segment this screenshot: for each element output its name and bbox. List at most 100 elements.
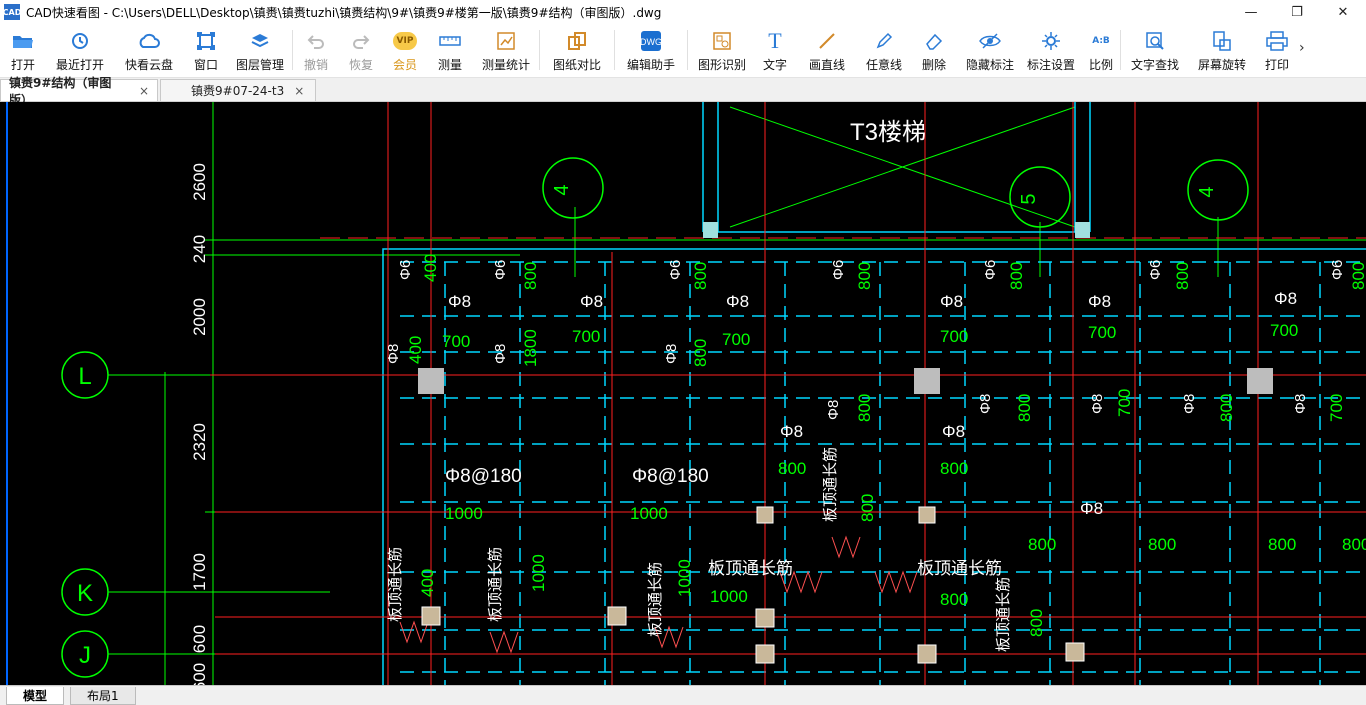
close-tab-icon[interactable]: ×: [139, 84, 149, 98]
rebar-text: Φ8: [663, 344, 680, 364]
long-bar-label: 板顶通长筋: [821, 447, 839, 522]
stair-title: T3楼梯: [850, 119, 926, 146]
rebar-text: Φ6: [982, 260, 999, 280]
length-text: 800: [1342, 535, 1366, 554]
history-icon: [67, 29, 93, 53]
rebar-text: Φ8: [825, 400, 842, 420]
undo-button[interactable]: 撤销: [293, 24, 339, 76]
shape-recognize-button[interactable]: 图形识别: [688, 24, 756, 76]
rebar-text: Φ6: [492, 260, 509, 280]
length-text: 800: [1028, 535, 1056, 554]
rebar-text: Φ8: [385, 344, 402, 364]
redo-button[interactable]: 恢复: [339, 24, 383, 76]
rebar-text: Φ8: [448, 292, 471, 311]
rotate-screen-button[interactable]: 屏幕旋转: [1189, 24, 1255, 76]
rebar-text: Φ8: [1181, 394, 1198, 414]
rebar-text: Φ8: [1292, 394, 1309, 414]
length-text: 800: [1015, 394, 1034, 422]
length-text: 700: [1327, 394, 1346, 422]
window-button[interactable]: 窗口: [184, 24, 228, 76]
restore-button[interactable]: ❐: [1274, 0, 1320, 24]
layers-icon: [247, 29, 273, 53]
length-text: 800: [691, 262, 710, 290]
rebar-text: Φ6: [397, 260, 414, 280]
layout-tab-bar: 模型 布局1: [0, 685, 1366, 705]
toolbar-more-button[interactable]: ›: [1299, 24, 1313, 56]
freehand-line-button[interactable]: 任意线: [860, 24, 908, 76]
scale-icon: A:B: [1092, 36, 1110, 46]
drawing-canvas[interactable]: L K J 4 5 4 2600 240 2000 2320 1700 600 …: [0, 102, 1366, 685]
text-button[interactable]: T 文字: [756, 24, 794, 76]
rebar-text: Φ8: [940, 292, 963, 311]
folder-open-icon: [10, 29, 36, 53]
scale-button[interactable]: A:B 比例: [1082, 24, 1120, 76]
hide-annotation-button[interactable]: 隐藏标注: [960, 24, 1020, 76]
dim-text: 600: [190, 625, 209, 653]
length-text: 800: [1349, 262, 1366, 290]
compare-drawings-button[interactable]: 图纸对比: [540, 24, 614, 76]
length-text: 1000: [710, 587, 748, 606]
tab-label: 镇赉9#07-24-t3: [191, 84, 285, 98]
length-text: 800: [521, 262, 540, 290]
measure-stats-button[interactable]: 测量统计: [473, 24, 539, 76]
tab-layout1[interactable]: 布局1: [70, 686, 136, 705]
compare-icon: [564, 29, 590, 53]
annotation-settings-button[interactable]: 标注设置: [1020, 24, 1082, 76]
layer-manager-button[interactable]: 图层管理: [228, 24, 292, 76]
length-text: 400: [418, 569, 437, 597]
measure-stats-icon: [493, 29, 519, 53]
tab-model[interactable]: 模型: [6, 686, 65, 705]
rebar-text: Φ8: [1080, 499, 1103, 518]
svg-text:DWG: DWG: [640, 37, 662, 47]
length-text: 1000: [675, 559, 694, 597]
length-text: 1000: [630, 504, 668, 523]
ruler-icon: [437, 29, 463, 53]
long-bar-label: 板顶通长筋: [646, 562, 664, 637]
line-icon: [814, 29, 840, 53]
length-text: 800: [1217, 394, 1236, 422]
circle-mark: 5: [1018, 193, 1040, 204]
vip-icon: VIP: [392, 29, 418, 53]
length-text: 700: [442, 332, 470, 351]
close-tab-icon[interactable]: ×: [294, 84, 304, 98]
shape-recognize-icon: [709, 29, 735, 53]
measure-button[interactable]: 测量: [427, 24, 473, 76]
rebar-text: Φ8: [492, 344, 509, 364]
rotate-screen-icon: [1209, 29, 1235, 53]
length-text: 1800: [521, 329, 540, 367]
length-text: 800: [858, 494, 877, 522]
length-text: 1000: [445, 504, 483, 523]
circle-mark: 4: [551, 184, 573, 195]
rebar-text: Φ8: [726, 292, 749, 311]
draw-line-button[interactable]: 画直线: [794, 24, 860, 76]
axis-label-J: J: [79, 642, 91, 669]
cloud-disk-button[interactable]: 快看云盘: [114, 24, 184, 76]
tab-document-1[interactable]: 镇赉9#结构（审图版） ×: [0, 76, 158, 107]
rebar-text: Φ6: [1329, 260, 1346, 280]
rebar-text: Φ8: [1089, 394, 1106, 414]
cloud-icon: [136, 29, 162, 53]
length-text: 400: [421, 254, 440, 282]
close-button[interactable]: ✕: [1320, 0, 1366, 24]
tab-document-2[interactable]: 镇赉9#07-24-t3 ×: [160, 79, 316, 101]
cad-drawing[interactable]: L K J 4 5 4 2600 240 2000 2320 1700 600 …: [0, 102, 1366, 685]
dim-text: 2600: [190, 163, 209, 201]
undo-icon: [303, 29, 329, 53]
long-bar-label: 板顶通长筋: [386, 547, 404, 622]
text-search-button[interactable]: 文字查找: [1121, 24, 1189, 76]
recent-open-button[interactable]: 最近打开: [46, 24, 114, 76]
delete-button[interactable]: 删除: [908, 24, 960, 76]
open-button[interactable]: 打开: [0, 24, 46, 76]
rebar-text: Φ6: [1147, 260, 1164, 280]
dim-text: 1700: [190, 553, 209, 591]
pen-icon: [871, 29, 897, 53]
vip-button[interactable]: VIP 会员: [383, 24, 427, 76]
print-button[interactable]: 打印: [1255, 24, 1299, 76]
text-search-icon: [1142, 29, 1168, 53]
length-text: 700: [1270, 321, 1298, 340]
dim-text: 2320: [190, 423, 209, 461]
minimize-button[interactable]: —: [1228, 0, 1274, 24]
edit-assistant-button[interactable]: DWG 编辑助手: [615, 24, 687, 76]
length-text: 800: [691, 339, 710, 367]
length-text: 800: [1027, 609, 1046, 637]
